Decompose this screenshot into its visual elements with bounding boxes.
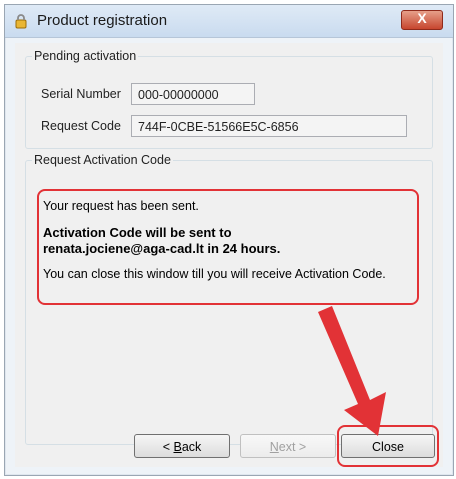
- red-arrow-icon: [318, 306, 386, 436]
